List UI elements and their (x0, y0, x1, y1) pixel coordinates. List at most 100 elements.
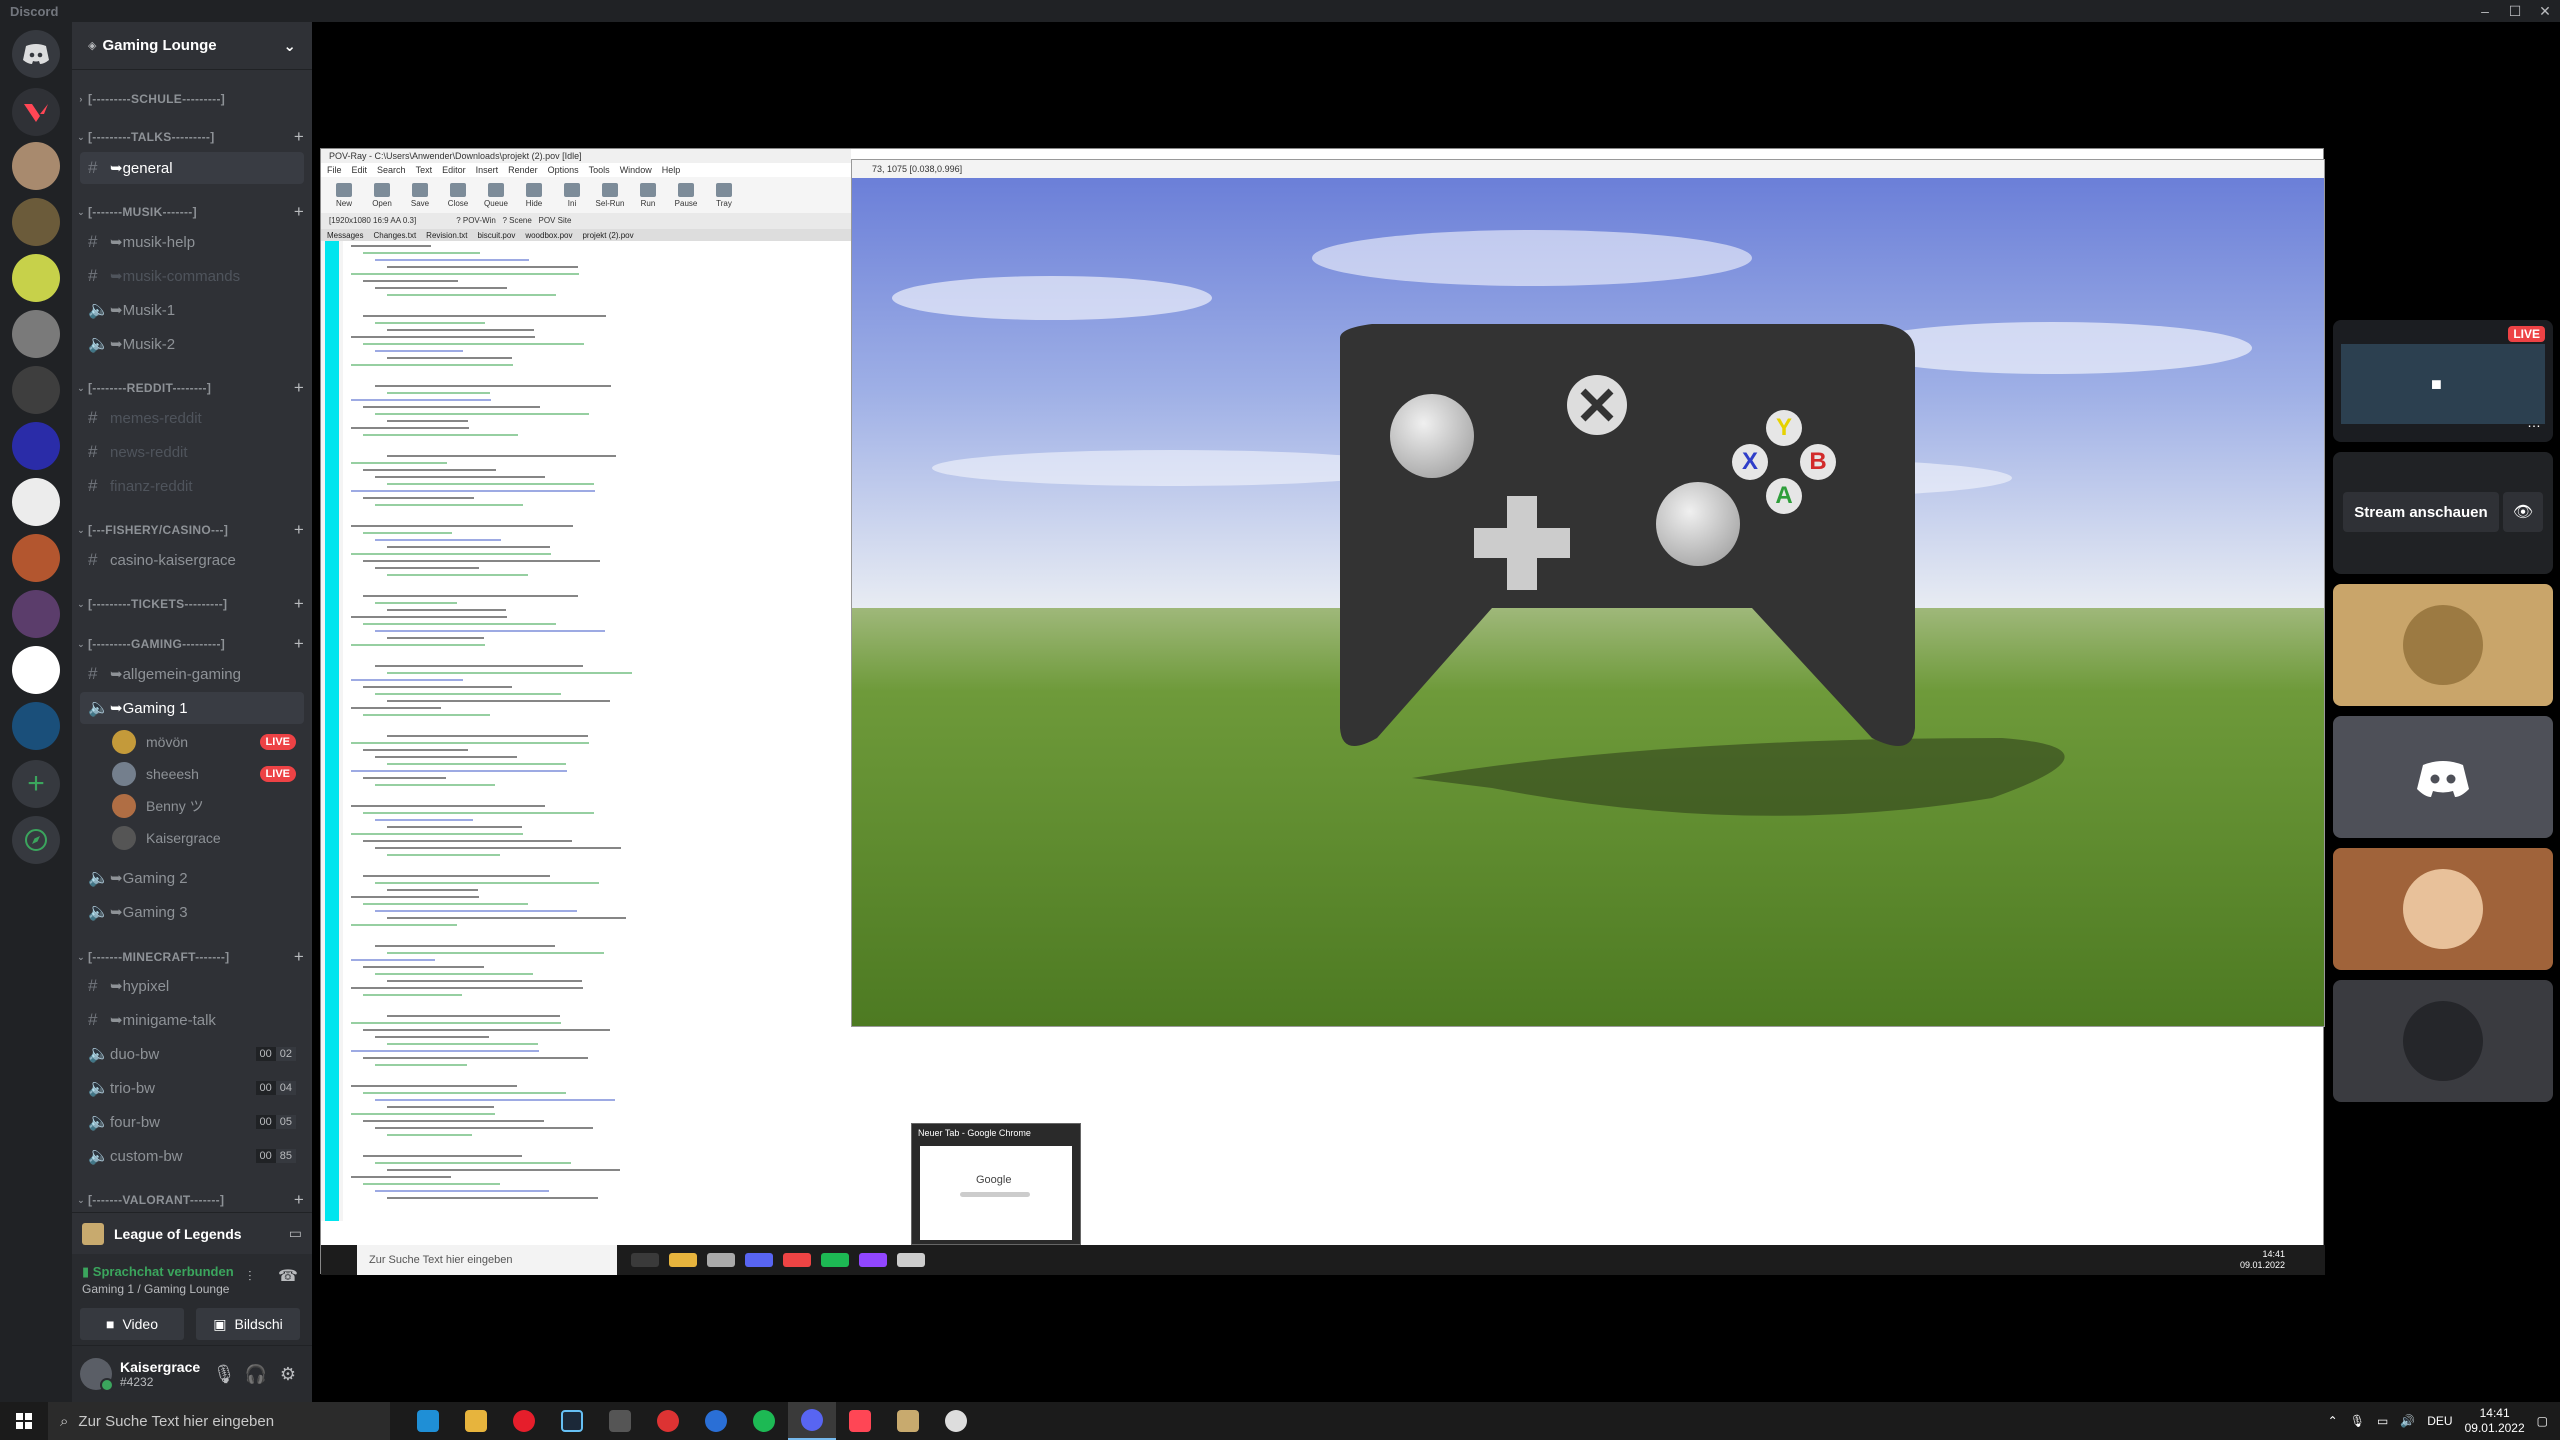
disconnect-icon[interactable]: ☎ (278, 1266, 298, 1286)
create-channel-icon[interactable]: + (288, 520, 310, 540)
taskbar-explorer[interactable] (452, 1402, 500, 1440)
language-indicator[interactable]: DEU (2427, 1414, 2452, 1428)
add-server-icon[interactable]: + (12, 760, 60, 808)
create-channel-icon[interactable]: + (288, 1190, 310, 1210)
channel-musik-commands[interactable]: # ➥musik-commands (80, 260, 304, 292)
screen-share-button[interactable]: ▣ Bildschi (196, 1308, 300, 1340)
channel-finanz-reddit[interactable]: # finanz-reddit (80, 470, 304, 502)
server-icon-5[interactable] (12, 366, 60, 414)
home-button[interactable] (12, 30, 60, 78)
participant-tile[interactable] (2333, 980, 2553, 1102)
server-icon-2[interactable] (12, 198, 60, 246)
channel-trio-bw[interactable]: 🔈 trio-bw 00 04 (80, 1072, 304, 1104)
participant-tile[interactable] (2333, 584, 2553, 706)
channel-custom-bw[interactable]: 🔈 custom-bw 00 85 (80, 1140, 304, 1172)
taskbar-spotify[interactable] (740, 1402, 788, 1440)
category-schule[interactable]: › [---------SCHULE---------] (74, 89, 310, 109)
minimize-button[interactable]: – (2470, 3, 2500, 19)
channel-minigame-talk[interactable]: # ➥minigame-talk (80, 1004, 304, 1036)
create-channel-icon[interactable]: + (288, 634, 310, 654)
headphones-icon[interactable]: 🎧 (240, 1364, 272, 1385)
taskbar-search-input[interactable]: ⌕ Zur Suche Text hier eingeben (48, 1402, 390, 1440)
maximize-button[interactable]: ☐ (2500, 3, 2530, 20)
activity-bar[interactable]: League of Legends ▭ (72, 1212, 312, 1254)
channel-four-bw[interactable]: 🔈 four-bw 00 05 (80, 1106, 304, 1138)
microphone-icon[interactable]: 🎙 (208, 1364, 240, 1385)
voice-user-sheeesh[interactable]: sheeesh LIVE (112, 759, 304, 789)
taskbar-clock[interactable]: 14:41 09.01.2022 (2465, 1406, 2525, 1436)
server-icon-6[interactable] (12, 422, 60, 470)
create-channel-icon[interactable]: + (288, 594, 310, 614)
channel-hypixel[interactable]: # ➥hypixel (80, 970, 304, 1002)
category-fishery-casino[interactable]: ⌄ [---FISHERY/CASINO---] + (74, 520, 310, 540)
server-icon-11[interactable] (12, 702, 60, 750)
server-icon-4[interactable] (12, 310, 60, 358)
avatar[interactable] (80, 1358, 114, 1392)
taskbar-povray[interactable] (932, 1402, 980, 1440)
taskbar-gpu-app[interactable] (596, 1402, 644, 1440)
voice-location[interactable]: Gaming 1 / Gaming Lounge (82, 1282, 229, 1296)
taskbar-steam[interactable] (548, 1402, 596, 1440)
video-button[interactable]: ■ Video (80, 1308, 184, 1340)
channel-musik-help[interactable]: # ➥musik-help (80, 226, 304, 258)
volume-icon[interactable]: 🔊 (2400, 1414, 2415, 1428)
network-icon[interactable]: ▭ (2377, 1414, 2388, 1428)
category-talks[interactable]: ⌄ [---------TALKS---------] + (74, 127, 310, 147)
channel-gaming-2[interactable]: 🔈 ➥Gaming 2 (80, 862, 304, 894)
start-button[interactable] (0, 1413, 48, 1429)
microphone-icon[interactable]: 🎙 (2350, 1414, 2365, 1428)
taskbar-valorant[interactable] (836, 1402, 884, 1440)
guild-header[interactable]: ◈ Gaming Lounge ⌄ (72, 22, 312, 70)
gear-icon[interactable]: ⚙ (272, 1364, 304, 1385)
server-icon-1[interactable] (12, 142, 60, 190)
category-musik[interactable]: ⌄ [-------MUSIK-------] + (74, 202, 310, 222)
category-minecraft[interactable]: ⌄ [-------MINECRAFT-------] + (74, 947, 310, 967)
eye-icon[interactable]: 👁 (2503, 492, 2543, 532)
noise-suppression-icon[interactable]: ⫶ (248, 1268, 252, 1285)
taskbar-red-app[interactable] (644, 1402, 692, 1440)
channel-musik-2[interactable]: 🔈 ➥Musik-2 (80, 328, 304, 360)
server-icon-gaming-lounge[interactable] (12, 478, 60, 526)
taskbar-lol[interactable] (884, 1402, 932, 1440)
create-channel-icon[interactable]: + (288, 202, 310, 222)
watch-stream-button[interactable]: Stream anschauen (2343, 492, 2499, 532)
voice-user-kaisergrace[interactable]: Kaisergrace (112, 823, 304, 853)
more-icon[interactable]: … (2527, 414, 2541, 430)
create-channel-icon[interactable]: + (288, 378, 310, 398)
explore-servers-icon[interactable] (12, 816, 60, 864)
server-icon-10[interactable] (12, 646, 60, 694)
channel-duo-bw[interactable]: 🔈 duo-bw 00 02 (80, 1038, 304, 1070)
participant-tile[interactable] (2333, 716, 2553, 838)
category-gaming[interactable]: ⌄ [---------GAMING---------] + (74, 634, 310, 654)
notification-icon[interactable]: ▢ (2537, 1414, 2548, 1428)
taskbar-discord[interactable] (788, 1402, 836, 1440)
channel-memes-reddit[interactable]: # memes-reddit (80, 402, 304, 434)
participant-tile[interactable] (2333, 848, 2553, 970)
channel-gaming-1[interactable]: 🔈 ➥Gaming 1 (80, 692, 304, 724)
channel-musik-1[interactable]: 🔈 ➥Musik-1 (80, 294, 304, 326)
chevron-up-icon[interactable]: ⌃ (2328, 1414, 2338, 1428)
voice-user-benny[interactable]: Benny ツ (112, 791, 304, 821)
voice-user-movon[interactable]: mövön LIVE (112, 727, 304, 757)
create-channel-icon[interactable]: + (288, 127, 310, 147)
channel-casino-kaisergrace[interactable]: # casino-kaisergrace (80, 544, 304, 576)
category-reddit[interactable]: ⌄ [--------REDDIT--------] + (74, 378, 310, 398)
category-valorant[interactable]: ⌄ [-------VALORANT-------] + (74, 1190, 310, 1210)
taskbar-opera[interactable] (500, 1402, 548, 1440)
taskbar-edge[interactable] (404, 1402, 452, 1440)
channel-gaming-3[interactable]: 🔈 ➥Gaming 3 (80, 896, 304, 928)
stream-tile[interactable]: LIVE ■ … (2333, 320, 2553, 442)
channel-allgemein-gaming[interactable]: # ➥allgemein-gaming (80, 658, 304, 690)
monitor-icon[interactable]: ▭ (289, 1225, 302, 1242)
taskbar-blue-app[interactable] (692, 1402, 740, 1440)
create-channel-icon[interactable]: + (288, 947, 310, 967)
channel-general[interactable]: # ➥general (80, 152, 304, 184)
channel-news-reddit[interactable]: # news-reddit (80, 436, 304, 468)
server-icon-valorant[interactable] (12, 88, 60, 136)
server-icon-8[interactable] (12, 534, 60, 582)
server-icon-9[interactable] (12, 590, 60, 638)
close-button[interactable]: ✕ (2530, 3, 2560, 20)
shared-screen[interactable]: POV-Ray - C:\Users\Anwender\Downloads\pr… (320, 148, 2325, 1275)
server-icon-3[interactable] (12, 254, 60, 302)
category-tickets[interactable]: ⌄ [---------TICKETS---------] + (74, 594, 310, 614)
